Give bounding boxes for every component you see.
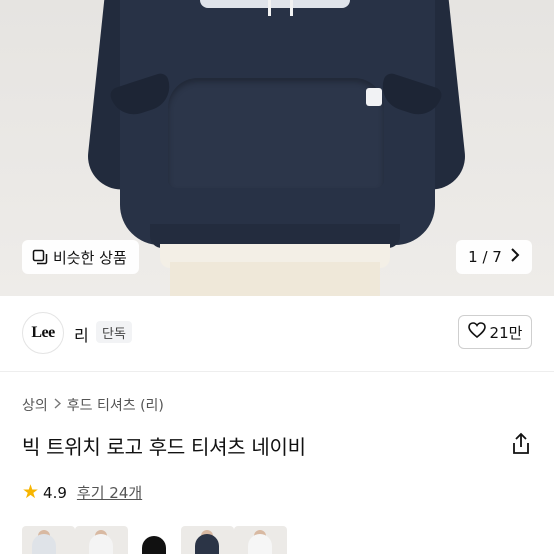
pants (170, 262, 380, 296)
breadcrumb: 상의 후드 티셔츠 (리) (22, 395, 164, 415)
hoodie-drawstring-right (290, 0, 293, 16)
thumbnail[interactable] (234, 526, 287, 554)
chevron-right-icon (54, 397, 61, 413)
thumbnail[interactable] (128, 526, 181, 554)
brand-name[interactable]: 리 (74, 322, 89, 346)
hoodie-drawstring-left (268, 0, 271, 16)
like-button[interactable]: 21만 (458, 315, 532, 349)
model-figure (142, 536, 166, 554)
like-count: 21만 (489, 323, 523, 342)
rating-value: 4.9 (43, 483, 67, 502)
image-counter[interactable]: 1 / 7 (456, 240, 532, 274)
brand-logo-text: Lee (31, 324, 55, 341)
thumbnail[interactable] (181, 526, 234, 554)
chevron-right-icon (510, 248, 520, 266)
star-icon: ★ (22, 481, 40, 503)
thumbnail[interactable] (75, 526, 128, 554)
similar-products-button[interactable]: 비슷한 상품 (22, 240, 139, 274)
section-divider (0, 371, 554, 372)
breadcrumb-item-hoodie[interactable]: 후드 티셔츠 (리) (67, 395, 164, 415)
model-figure (195, 534, 219, 554)
related-thumbnails (22, 526, 287, 554)
reviews-link[interactable]: 후기 24개 (77, 482, 142, 503)
model-figure (89, 534, 113, 554)
similar-products-label: 비슷한 상품 (53, 248, 127, 267)
hoodie-chest-logo (200, 0, 350, 8)
image-counter-text: 1 / 7 (468, 248, 502, 266)
hoodie-patch (366, 88, 382, 106)
model-figure (248, 534, 272, 554)
product-image[interactable]: 비슷한 상품 1 / 7 (0, 0, 554, 296)
share-icon (510, 432, 532, 460)
similar-products-icon (32, 249, 48, 265)
heart-icon (467, 322, 486, 342)
share-button[interactable] (510, 432, 532, 456)
model-figure (32, 534, 56, 554)
product-title: 빅 트위치 로고 후드 티셔츠 네이비 (22, 435, 306, 459)
breadcrumb-item-top[interactable]: 상의 (22, 395, 48, 415)
brand-logo[interactable]: Lee (22, 312, 64, 354)
brand-row: Lee 리 단독 21만 (0, 296, 554, 372)
exclusive-badge: 단독 (96, 321, 132, 343)
rating-row: ★ 4.9 후기 24개 (22, 482, 142, 503)
thumbnail[interactable] (22, 526, 75, 554)
hoodie-pocket (168, 78, 384, 188)
